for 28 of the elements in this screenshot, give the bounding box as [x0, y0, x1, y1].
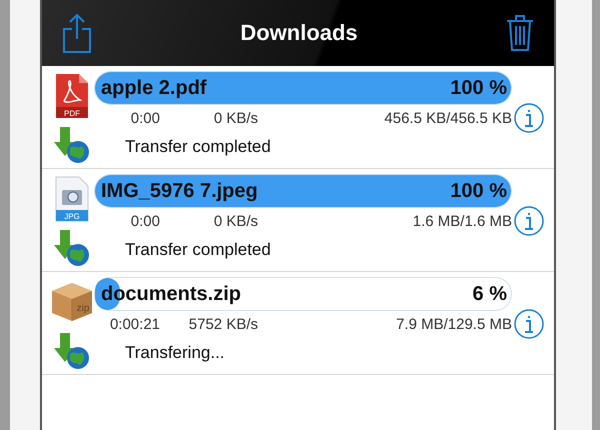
share-icon[interactable] [62, 13, 92, 53]
info-icon[interactable] [514, 309, 544, 339]
download-globe-icon [54, 126, 90, 164]
download-globe-icon [54, 229, 90, 267]
info-icon[interactable] [514, 206, 544, 236]
elapsed-time: 0:00 [130, 212, 160, 230]
transfer-status: Transfer completed [125, 240, 272, 260]
elapsed-time: 0:00:21 [108, 316, 160, 332]
elapsed-time: 0:00 [130, 110, 160, 126]
transfer-speed: 0 KB/s [212, 212, 258, 230]
trash-icon[interactable] [506, 14, 534, 52]
file-name: apple 2.pdf [101, 76, 207, 100]
file-name: IMG_5976 7.jpeg [101, 180, 258, 202]
info-icon[interactable] [514, 103, 544, 133]
image-file-icon: JPG [55, 176, 89, 222]
file-size: 7.9 MB/129.5 MB [395, 316, 512, 332]
transfer-speed: 5752 KB/s [188, 316, 258, 332]
percent-label: 100 % [450, 180, 507, 202]
screen-title: Downloads [240, 20, 358, 46]
transfer-status: Transfering... [125, 343, 226, 363]
percent-label: 6 % [472, 282, 507, 306]
file-size: 1.6 MB/1.6 MB [412, 212, 512, 230]
file-size: 456.5 KB/456.5 KB [383, 110, 512, 126]
percent-label: 100 % [450, 76, 507, 100]
pdf-file-icon: PDF [55, 73, 89, 119]
transfer-speed: 0 KB/s [212, 110, 258, 126]
download-globe-icon [54, 332, 90, 370]
transfer-status: Transfer completed [125, 137, 272, 157]
